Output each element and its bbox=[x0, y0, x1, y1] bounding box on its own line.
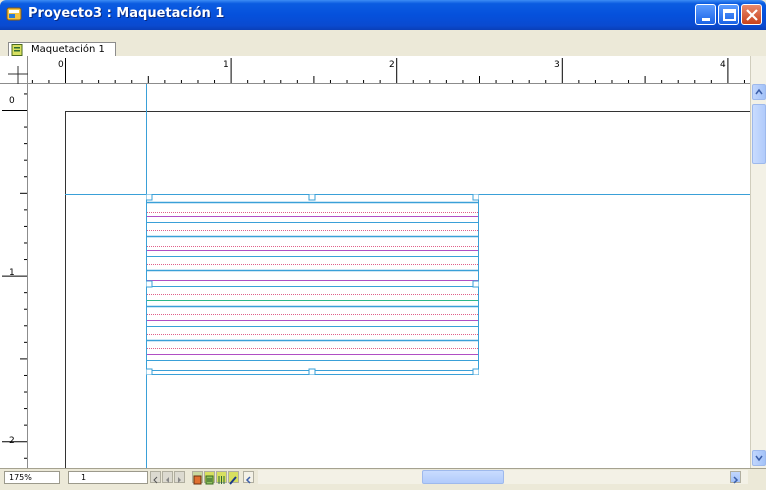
master-view-button[interactable] bbox=[204, 471, 215, 485]
scroll-down-button[interactable] bbox=[752, 450, 766, 466]
selection-handle bbox=[472, 368, 480, 376]
ruler-origin-icon bbox=[8, 66, 28, 84]
ruler-corner bbox=[0, 56, 28, 84]
guides-button[interactable] bbox=[216, 471, 227, 484]
selected-frame[interactable] bbox=[145, 193, 480, 376]
tab-label: Maquetación 1 bbox=[31, 44, 105, 55]
edit-button[interactable] bbox=[228, 471, 239, 485]
chevron-down-icon bbox=[755, 455, 763, 462]
horizontal-scrollbar[interactable] bbox=[258, 470, 748, 484]
scroll-up-button[interactable] bbox=[752, 84, 766, 100]
layout-canvas[interactable] bbox=[28, 84, 750, 468]
selection-handle bbox=[472, 280, 480, 288]
minimize-button[interactable] bbox=[695, 4, 716, 25]
layout-icon bbox=[11, 44, 23, 56]
tab-strip: Maquetación 1 bbox=[0, 30, 766, 58]
app-icon bbox=[6, 7, 22, 21]
status-bar: 175% 1 bbox=[0, 468, 766, 485]
maximize-icon bbox=[723, 9, 736, 21]
selection-handle bbox=[145, 280, 153, 288]
window-title: Proyecto3 : Maquetación 1 bbox=[28, 6, 225, 21]
close-button[interactable] bbox=[741, 4, 762, 25]
ruler-label-2: 2 bbox=[389, 60, 395, 70]
ruler-label-4: 4 bbox=[720, 60, 726, 70]
horizontal-ruler[interactable]: 0 1 2 3 4 bbox=[28, 56, 750, 84]
close-icon bbox=[746, 9, 758, 21]
chevron-up-icon bbox=[755, 88, 763, 95]
selection-handle bbox=[308, 368, 316, 376]
vruler-label-0: 0 bbox=[9, 96, 15, 106]
frame-graphic bbox=[145, 193, 480, 376]
scroll-left-button[interactable] bbox=[243, 471, 254, 484]
selection-handle bbox=[145, 368, 153, 376]
prev-page-button[interactable] bbox=[162, 471, 173, 483]
title-bar[interactable]: Proyecto3 : Maquetación 1 bbox=[0, 0, 766, 30]
vertical-scrollbar[interactable] bbox=[750, 56, 766, 468]
zoom-value: 175% bbox=[9, 473, 32, 482]
next-page-button[interactable] bbox=[174, 471, 185, 483]
page-field[interactable]: 1 bbox=[68, 471, 148, 484]
vertical-ruler[interactable]: 0 1 2 bbox=[0, 84, 28, 468]
ruler-label-3: 3 bbox=[554, 60, 560, 70]
ruler-label-1: 1 bbox=[223, 60, 229, 70]
page-value: 1 bbox=[81, 473, 87, 482]
selection-handle bbox=[472, 193, 480, 201]
horizontal-scroll-thumb[interactable] bbox=[422, 470, 504, 484]
scroll-right-button[interactable] bbox=[730, 471, 741, 484]
ruler-label-0: 0 bbox=[58, 60, 64, 70]
layout-view-button[interactable] bbox=[192, 471, 203, 485]
scroll-thumb[interactable] bbox=[752, 104, 766, 164]
minimize-icon bbox=[702, 18, 710, 21]
zoom-field[interactable]: 175% bbox=[4, 471, 60, 484]
vruler-label-2: 2 bbox=[9, 436, 15, 446]
selection-handle bbox=[308, 193, 316, 201]
vruler-label-1: 1 bbox=[9, 268, 15, 278]
selection-handle bbox=[145, 193, 153, 201]
maximize-button[interactable] bbox=[718, 4, 739, 25]
first-page-button[interactable] bbox=[150, 471, 161, 484]
